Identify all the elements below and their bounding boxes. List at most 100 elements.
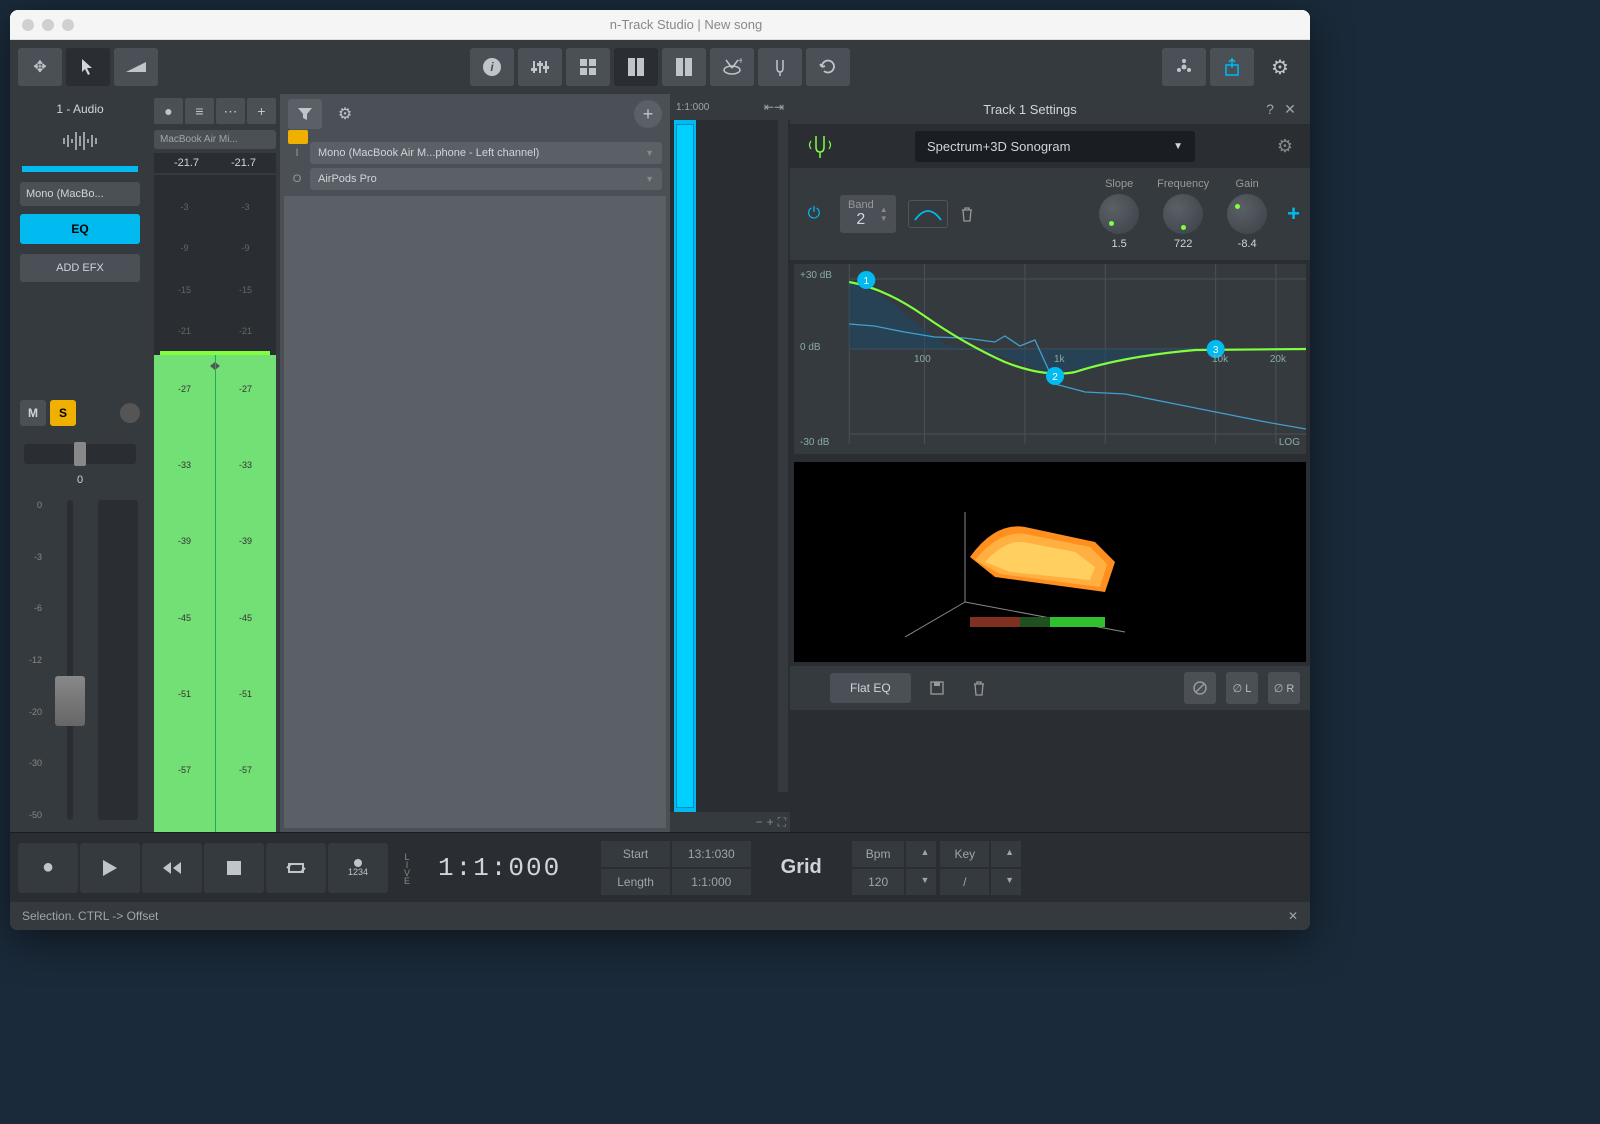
- bpm-value[interactable]: 120: [852, 869, 905, 895]
- pointer-tool-button[interactable]: [66, 48, 110, 86]
- record-button[interactable]: ●: [18, 843, 78, 893]
- band-selector[interactable]: Band 2 ▲▼: [840, 195, 896, 233]
- record-arm-button[interactable]: [120, 403, 140, 423]
- input-dropdown[interactable]: Mono (MacBo...: [20, 182, 140, 206]
- length-value[interactable]: 1:1:000: [672, 869, 751, 895]
- share-icon: [1224, 58, 1240, 76]
- minimize-window-button[interactable]: [42, 19, 54, 31]
- frequency-knob[interactable]: [1163, 194, 1203, 234]
- fader-handle[interactable]: [55, 676, 85, 726]
- more-button[interactable]: ⋯: [216, 98, 245, 124]
- share-button[interactable]: [1210, 48, 1254, 86]
- start-value[interactable]: 13:1:030: [672, 841, 751, 867]
- tuner-button[interactable]: [758, 48, 802, 86]
- zoom-out-button[interactable]: −: [756, 815, 763, 829]
- phase-r-button[interactable]: ∅ R: [1268, 672, 1300, 704]
- list-button[interactable]: ≡: [185, 98, 214, 124]
- center-gear-button[interactable]: ⚙: [328, 99, 362, 129]
- settings-button[interactable]: ⚙: [1258, 48, 1302, 86]
- slope-knob[interactable]: [1099, 194, 1139, 234]
- band-up-button[interactable]: ▲: [880, 205, 888, 214]
- audio-clip[interactable]: [674, 120, 696, 812]
- panel-gear-button[interactable]: ⚙: [1270, 136, 1300, 157]
- key-down-button[interactable]: ▼: [991, 869, 1021, 895]
- start-label: Start: [601, 841, 670, 867]
- rewind-button[interactable]: [142, 843, 202, 893]
- bypass-button[interactable]: [1184, 672, 1216, 704]
- solo-button[interactable]: S: [50, 400, 76, 426]
- phase-l-button[interactable]: ∅ L: [1226, 672, 1258, 704]
- zoom-in-button[interactable]: +: [767, 815, 774, 829]
- live-label: LIVE: [396, 852, 418, 884]
- drums-button[interactable]: +: [710, 48, 754, 86]
- help-button[interactable]: ?: [1260, 99, 1280, 119]
- close-panel-button[interactable]: ✕: [1280, 99, 1300, 119]
- volume-fader[interactable]: [50, 500, 90, 820]
- pan-slider[interactable]: [24, 444, 136, 464]
- output-select[interactable]: AirPods Pro▼: [310, 168, 662, 190]
- loop-button[interactable]: [266, 843, 326, 893]
- record-channel-button[interactable]: ●: [154, 98, 183, 124]
- input-select[interactable]: Mono (MacBook Air M...phone - Left chann…: [310, 142, 662, 164]
- eq-button[interactable]: EQ: [20, 214, 140, 244]
- mixer-panel: ● ≡ ⋯ + MacBook Air Mi... -21.7-21.7 -3-…: [150, 94, 280, 832]
- flat-eq-button[interactable]: Flat EQ: [830, 673, 911, 703]
- grid-button[interactable]: Grid: [751, 856, 852, 879]
- scrollbar-vertical[interactable]: [778, 120, 788, 792]
- band-down-button[interactable]: ▼: [880, 214, 888, 223]
- eq-power-button[interactable]: ⏻: [800, 200, 828, 228]
- metronome-button[interactable]: 1234: [328, 843, 388, 893]
- play-button[interactable]: [80, 843, 140, 893]
- selection-info: Start 13:1:030 Length 1:1:000: [601, 841, 750, 895]
- eq-graph[interactable]: 1 2 3 +30 dB 0 dB -30 dB 100 1k 10k 20k …: [794, 264, 1306, 454]
- delete-preset-button[interactable]: [963, 672, 995, 704]
- move-tool-button[interactable]: ✥: [18, 48, 62, 86]
- add-efx-button[interactable]: ADD EFX: [20, 254, 140, 282]
- time-display[interactable]: 1:1:000: [418, 853, 581, 883]
- view-mode-dropdown[interactable]: Spectrum+3D Sonogram ▼: [915, 131, 1195, 162]
- mixer-button[interactable]: [518, 48, 562, 86]
- bpm-up-button[interactable]: ▲: [906, 841, 936, 867]
- filter-shape-button[interactable]: [908, 200, 948, 228]
- chevron-down-icon: ▼: [645, 174, 654, 184]
- grid-view-button[interactable]: [566, 48, 610, 86]
- refresh-icon: [819, 58, 837, 76]
- close-window-button[interactable]: [22, 19, 34, 31]
- chevron-down-icon: ▼: [1173, 141, 1183, 152]
- db-readout: -21.7-21.7: [154, 153, 276, 173]
- timeline-body[interactable]: [670, 120, 790, 812]
- cluster-button[interactable]: [1162, 48, 1206, 86]
- frequency-label: Frequency: [1157, 178, 1209, 190]
- add-button[interactable]: +: [247, 98, 276, 124]
- fullscreen-button[interactable]: ⛶: [778, 815, 786, 830]
- channel-input-dropdown[interactable]: MacBook Air Mi...: [154, 130, 276, 149]
- info-icon: i: [483, 58, 501, 76]
- delete-band-button[interactable]: [960, 206, 974, 222]
- view2-button[interactable]: [662, 48, 706, 86]
- fit-icon[interactable]: ⇤⇥: [764, 100, 784, 114]
- center-body: [284, 196, 666, 828]
- stop-button[interactable]: [204, 843, 264, 893]
- envelope-tool-button[interactable]: [114, 48, 158, 86]
- refresh-button[interactable]: [806, 48, 850, 86]
- center-panel: ⚙ + I Mono (MacBook Air M...phone - Left…: [280, 94, 670, 832]
- view1-button[interactable]: [614, 48, 658, 86]
- svg-text:+: +: [738, 58, 742, 67]
- mixer-icon: [531, 59, 549, 75]
- maximize-window-button[interactable]: [62, 19, 74, 31]
- info-button[interactable]: i: [470, 48, 514, 86]
- filter-button[interactable]: [288, 99, 322, 129]
- gain-knob[interactable]: [1227, 194, 1267, 234]
- key-value[interactable]: /: [940, 869, 989, 895]
- sonogram-3d[interactable]: [794, 462, 1306, 662]
- status-close-button[interactable]: ✕: [1288, 909, 1298, 923]
- key-up-button[interactable]: ▲: [991, 841, 1021, 867]
- pan-handle[interactable]: [74, 442, 86, 466]
- mute-button[interactable]: M: [20, 400, 46, 426]
- bpm-down-button[interactable]: ▼: [906, 869, 936, 895]
- add-band-button[interactable]: +: [1287, 201, 1300, 227]
- save-preset-button[interactable]: [921, 672, 953, 704]
- tuning-fork-icon: [773, 58, 787, 76]
- add-track-button[interactable]: +: [634, 100, 662, 128]
- timeline-panel: 1:1:000 ⇤⇥ − + ⛶: [670, 94, 790, 832]
